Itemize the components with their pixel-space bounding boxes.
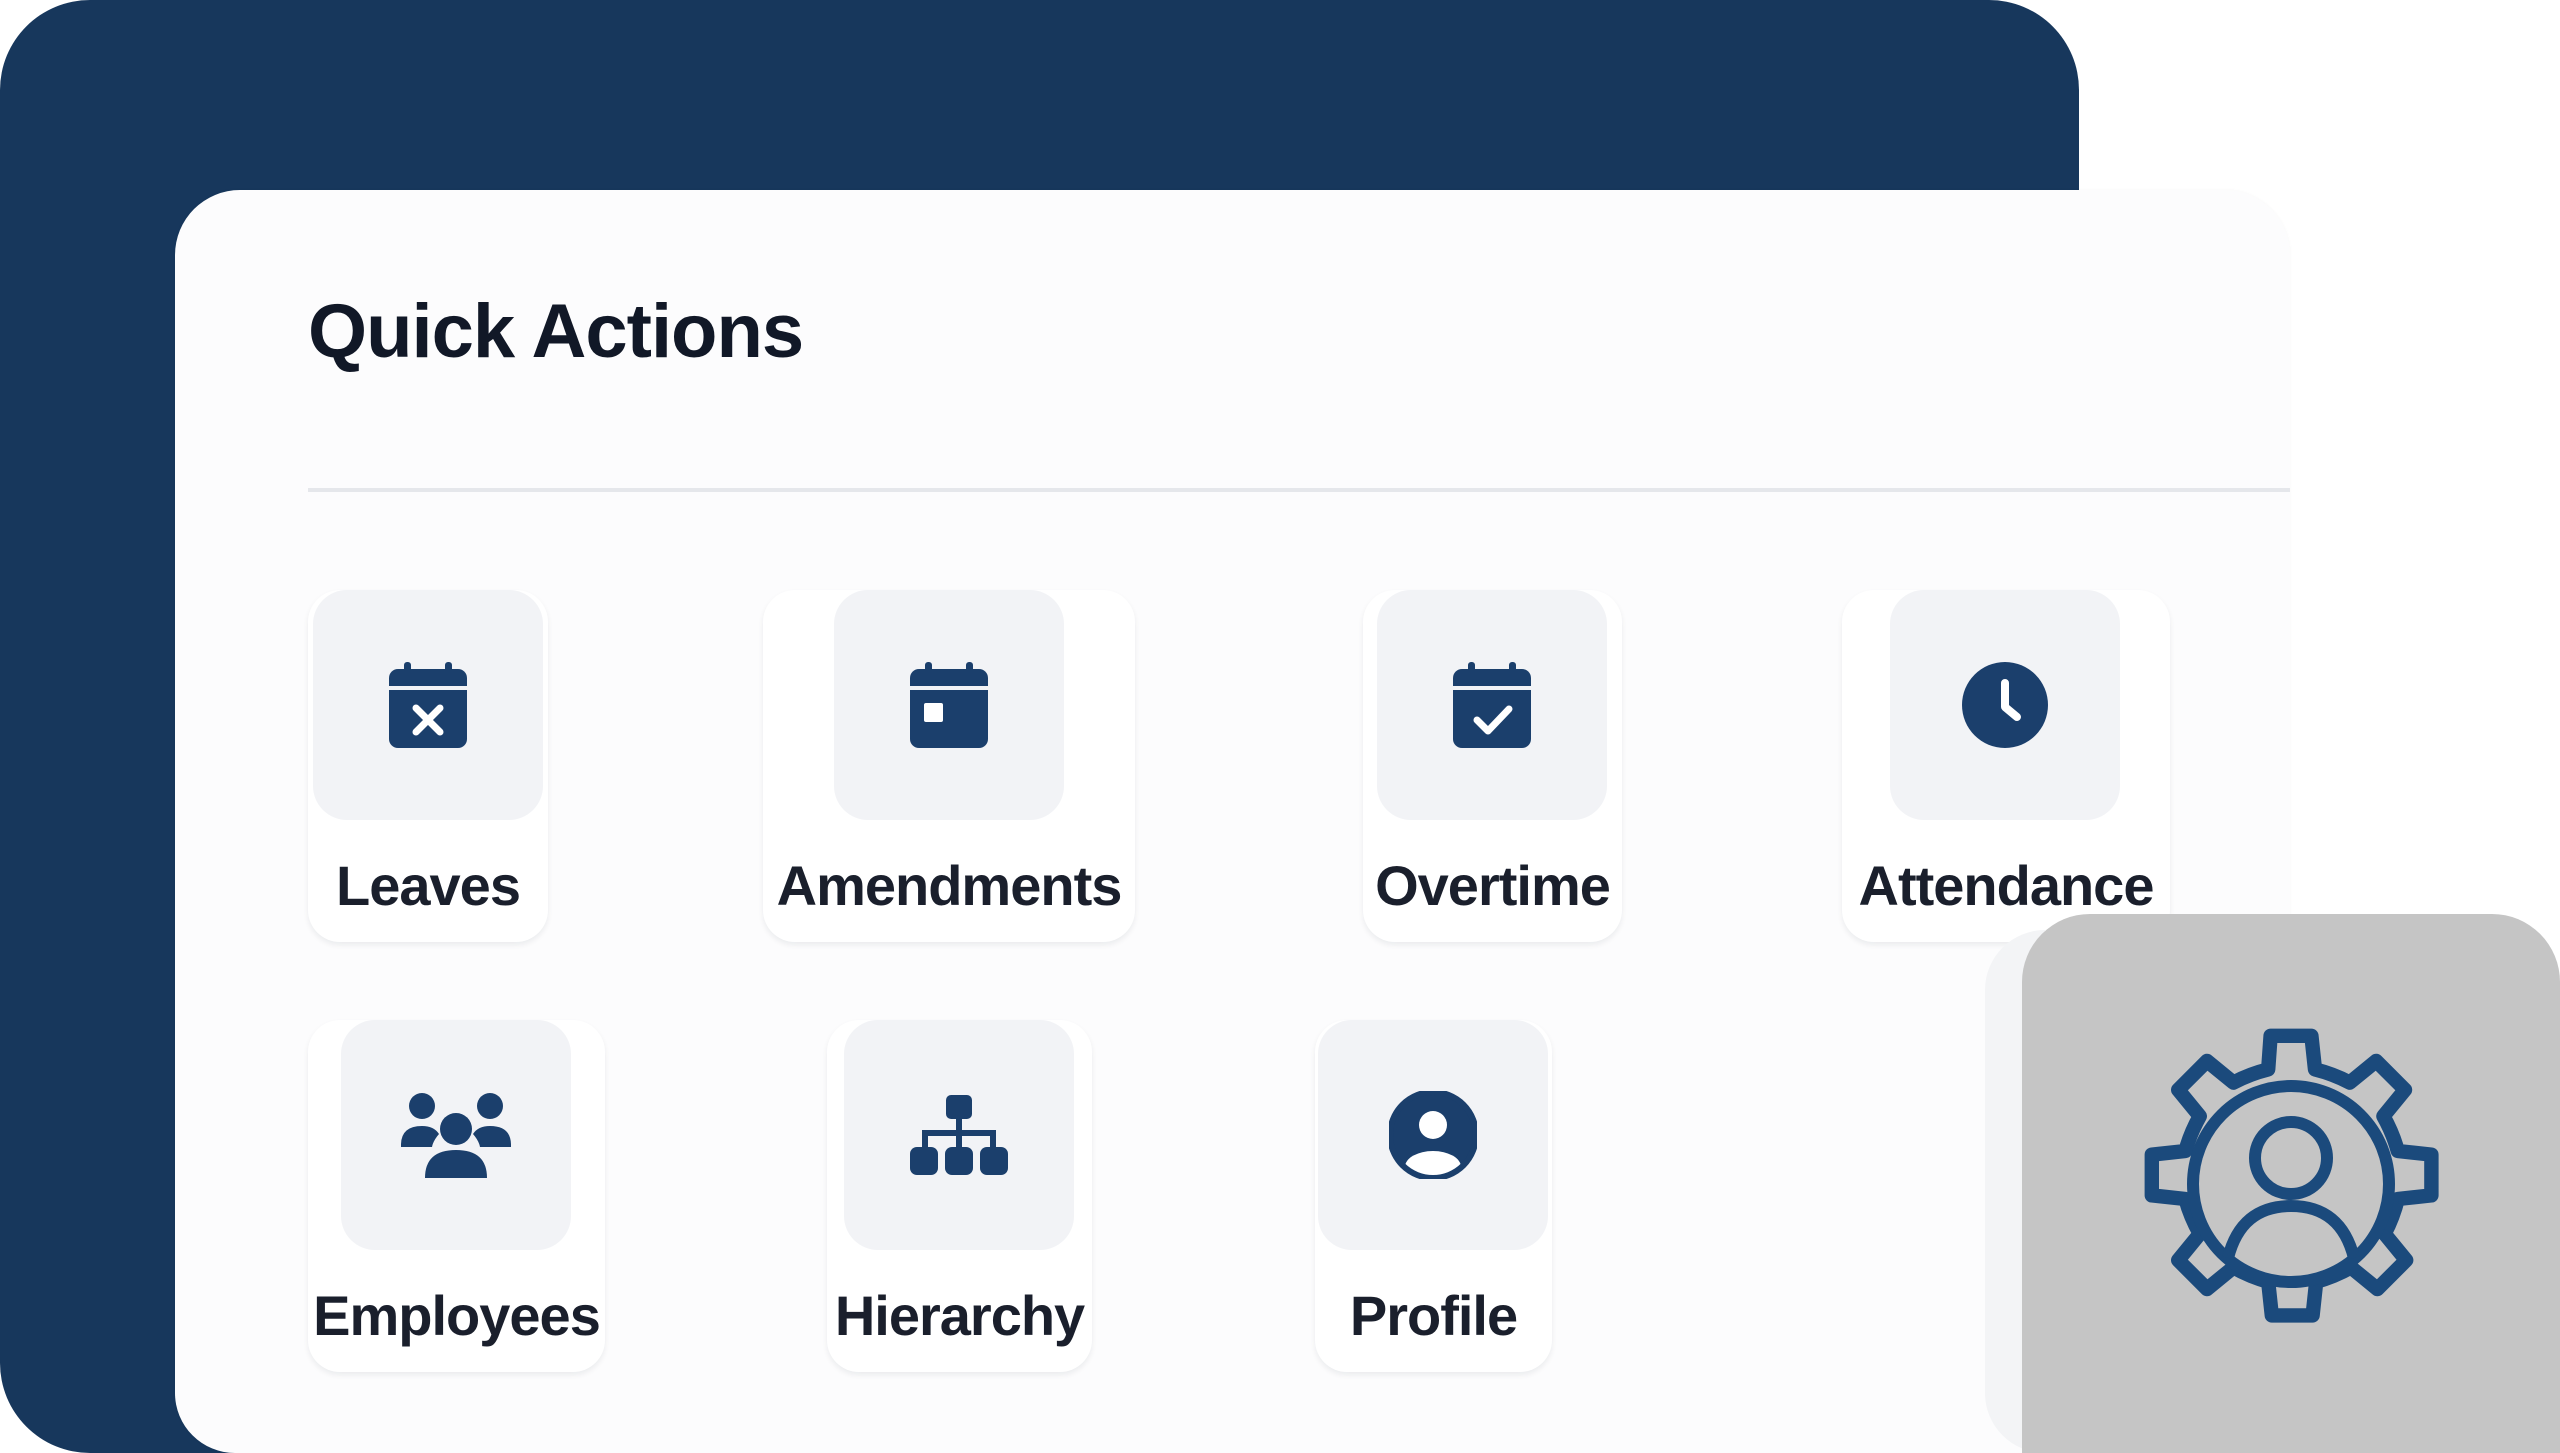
calendar-icon [910,662,988,748]
profile-label: Profile [1349,1284,1518,1347]
amendments-button[interactable]: Amendments [763,590,1135,942]
clock-icon [1962,662,2048,748]
employees-icon-box [341,1020,571,1250]
user-gear-icon [2144,1028,2439,1323]
leaves-icon-box [313,590,543,820]
attendance-icon-box [1890,590,2120,820]
quick-actions-card: Quick Actions Leaves Amendments Overtime… [175,190,2290,1453]
profile-button[interactable]: Profile [1315,1020,1552,1372]
overtime-label: Overtime [1375,854,1611,917]
users-icon [401,1093,511,1178]
attendance-label: Attendance [1858,854,2155,917]
attendance-button[interactable]: Attendance [1842,590,2170,942]
calendar-x-icon [389,662,467,748]
employees-button[interactable]: Employees [308,1020,605,1372]
profile-icon-box [1318,1020,1548,1250]
amendments-label: Amendments [776,854,1123,917]
leaves-label: Leaves [336,854,521,917]
stage: Quick Actions Leaves Amendments Overtime… [0,0,2560,1453]
amendments-icon-box [834,590,1064,820]
org-chart-icon [910,1095,1008,1175]
settings-badge[interactable] [2022,914,2560,1453]
title-divider [308,488,2290,492]
user-circle-icon [1389,1091,1477,1179]
employees-label: Employees [313,1284,601,1347]
overtime-icon-box [1377,590,1607,820]
calendar-check-icon [1453,662,1531,748]
hierarchy-icon-box [844,1020,1074,1250]
overtime-button[interactable]: Overtime [1363,590,1622,942]
leaves-button[interactable]: Leaves [308,590,548,942]
hierarchy-label: Hierarchy [834,1284,1085,1347]
quick-actions-title: Quick Actions [308,289,804,374]
hierarchy-button[interactable]: Hierarchy [827,1020,1092,1372]
